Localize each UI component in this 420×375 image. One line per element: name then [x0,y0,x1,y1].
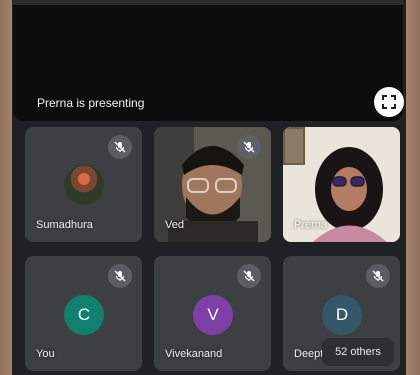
mute-indicator [108,135,132,159]
participant-tile-ved[interactable]: Ved [154,127,271,242]
avatar: V [193,295,233,335]
mic-off-icon [243,141,255,153]
participant-tile-sumadhura[interactable]: Sumadhura [25,127,142,242]
participant-name: Ved [165,219,184,231]
avatar: C [64,295,104,335]
avatar: D [322,295,362,335]
participant-name: Vivekanand [165,348,223,360]
participant-name: Sumadhura [36,219,93,231]
mute-indicator [237,135,261,159]
participant-name: Prerna [294,219,328,231]
mic-off-icon [372,270,384,282]
others-count-button[interactable]: 52 others [322,338,394,366]
participant-name: You [36,348,55,360]
mic-off-icon [114,141,126,153]
fullscreen-button[interactable] [374,87,404,117]
frame-edge-left [0,0,12,375]
mute-indicator [108,264,132,288]
mic-off-icon [243,270,255,282]
profile-photo-avatar [64,165,104,205]
participant-name: Deept [294,348,324,360]
fullscreen-icon [382,95,396,109]
participant-tile-vivekanand[interactable]: V Vivekanand [154,256,271,371]
mute-indicator [237,264,261,288]
presentation-stage: Prerna is presenting [13,0,404,121]
frame-edge-right [406,0,420,375]
presenting-status: Prerna is presenting [37,96,145,110]
mic-off-icon [114,270,126,282]
participant-tile-prerna[interactable]: Prerna [283,127,400,242]
mute-indicator [366,264,390,288]
participant-tile-you[interactable]: C You [25,256,142,371]
